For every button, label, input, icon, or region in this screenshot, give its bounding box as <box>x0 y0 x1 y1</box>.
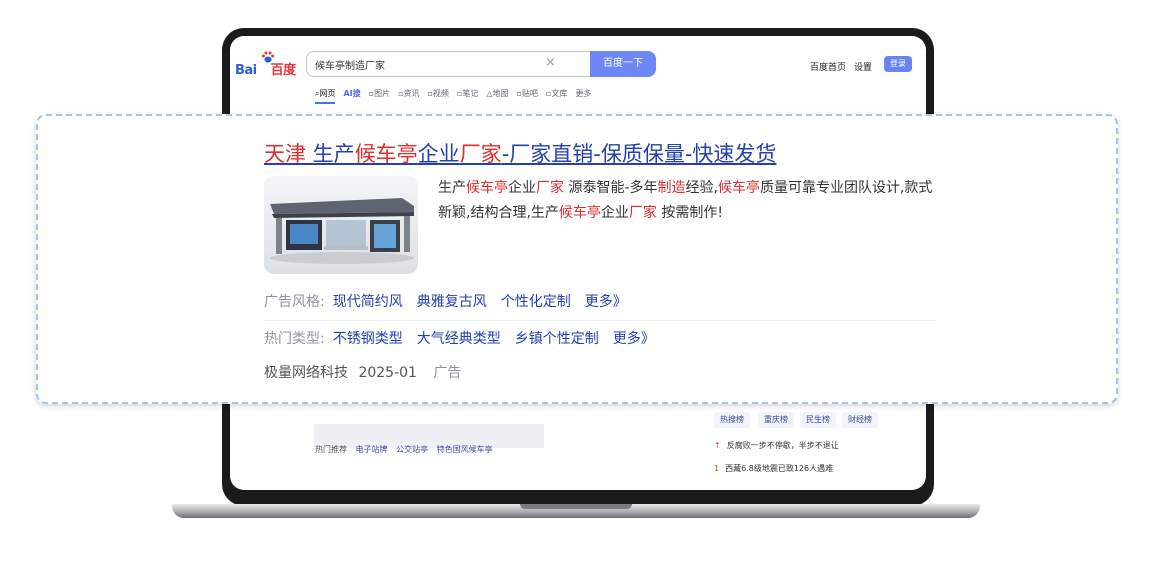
tab-map[interactable]: △地图 <box>486 88 508 104</box>
laptop-notch <box>520 504 632 509</box>
tab-news[interactable]: ▫资讯 <box>398 88 419 104</box>
hot-list-item[interactable]: 1 西藏6.8级地震已致126人遇难 <box>714 463 833 474</box>
ad-style-row: 广告风格: 现代简约风 典雅复古风 个性化定制 更多》 <box>264 291 633 311</box>
tab-ai[interactable]: AI搜 <box>343 88 360 104</box>
sitelink[interactable]: 乡镇个性定制 <box>515 331 599 347</box>
sitelink[interactable]: 个性化定制 <box>501 294 571 310</box>
related-link[interactable]: 公交站亭 <box>396 445 428 454</box>
paw-icon <box>261 51 275 63</box>
sitelink[interactable]: 典雅复古风 <box>417 294 487 310</box>
search-tabs: ⌕网页 AI搜 ▫图片 ▫资讯 ▫视频 ▫笔记 △地图 ▫贴吧 ▫文库 更多 <box>315 88 591 104</box>
ad-date: 2025-01 <box>358 365 417 381</box>
bus-shelter-image[interactable] <box>264 176 418 274</box>
bus-shelter-illustration <box>264 176 418 274</box>
clear-icon[interactable]: × <box>545 55 556 70</box>
related-link[interactable]: 电子站牌 <box>356 445 388 454</box>
tab-images[interactable]: ▫图片 <box>369 88 390 104</box>
ad-label: 广告 <box>433 365 462 381</box>
hot-tab[interactable]: 热搜榜 <box>714 412 750 428</box>
ad-type-row: 热门类型: 不锈钢类型 大气经典类型 乡镇个性定制 更多》 <box>264 328 661 348</box>
tab-web[interactable]: ⌕网页 <box>315 88 336 104</box>
sitelink[interactable]: 现代简约风 <box>333 294 403 310</box>
home-link[interactable]: 百度首页 <box>810 60 846 73</box>
ad-style-label: 广告风格: <box>264 294 325 310</box>
related-row: 热门推荐 电子站牌 公交站亭 特色国风候车亭 <box>315 445 493 454</box>
sitelink[interactable]: 不锈钢类型 <box>333 331 403 347</box>
ad-description: 生产候车亭企业厂家 源泰智能-多年制造经验,候车亭质量可靠专业团队设计,款式新颖… <box>438 180 933 221</box>
sitelink-more[interactable]: 更多》 <box>613 331 655 347</box>
row-divider <box>264 320 936 321</box>
tab-tieba[interactable]: ▫贴吧 <box>517 88 538 104</box>
sitelink-more[interactable]: 更多》 <box>585 294 627 310</box>
logo-text-latin: Bai <box>235 63 257 78</box>
login-button[interactable]: 登录 <box>884 56 912 72</box>
sitelink[interactable]: 大气经典类型 <box>417 331 501 347</box>
hot-list-item[interactable]: ↑ 反腐败一步不停歇，半步不退让 <box>714 440 839 451</box>
hot-tab[interactable]: 财经榜 <box>842 412 878 428</box>
hot-tab[interactable]: 重庆榜 <box>758 412 794 428</box>
search-button[interactable]: 百度一下 <box>590 51 656 77</box>
search-input[interactable]: 候车亭制造厂家 × <box>306 51 590 77</box>
tab-notes[interactable]: ▫笔记 <box>457 88 478 104</box>
search-query: 候车亭制造厂家 <box>315 61 385 72</box>
related-link[interactable]: 特色国风候车亭 <box>437 445 493 454</box>
hot-tab[interactable]: 民生榜 <box>800 412 836 428</box>
ad-title-link[interactable]: 天津 生产候车亭企业厂家-厂家直销-保质保量-快速发货 <box>264 138 776 168</box>
tab-video[interactable]: ▫视频 <box>428 88 449 104</box>
ad-card: 天津 生产候车亭企业厂家-厂家直销-保质保量-快速发货 生产候车亭企业厂家 源泰… <box>36 114 1118 404</box>
logo-text-chinese: 百度 <box>270 63 297 78</box>
advertiser-name[interactable]: 极量网络科技 <box>264 365 348 381</box>
ad-type-label: 热门类型: <box>264 331 325 347</box>
tab-wenku[interactable]: ▫文库 <box>546 88 567 104</box>
settings-link[interactable]: 设置 <box>854 60 872 73</box>
tab-more[interactable]: 更多 <box>575 88 591 104</box>
ad-footer: 极量网络科技 2025-01 广告 <box>264 362 461 382</box>
